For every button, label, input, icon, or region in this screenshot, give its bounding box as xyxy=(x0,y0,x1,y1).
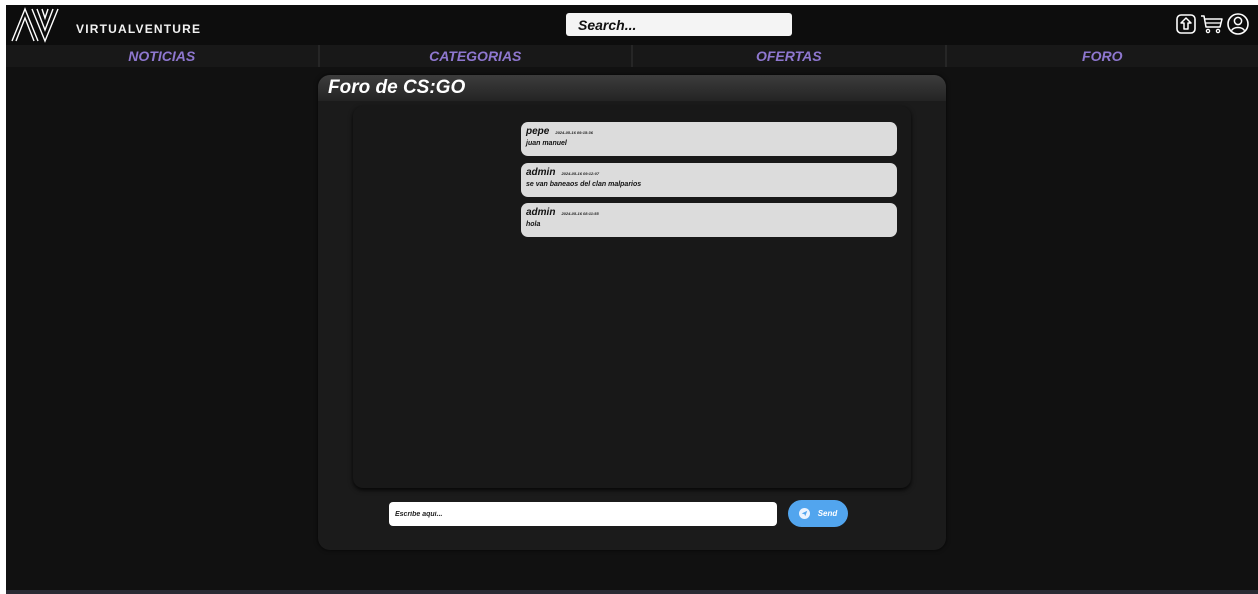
top-bar: VIRTUALVENTURE xyxy=(6,5,1258,45)
upload-icon[interactable] xyxy=(1174,12,1198,36)
chat-area[interactable]: pepe 2024-05-16 09:15:36 juan manuel adm… xyxy=(353,106,911,488)
message-user: pepe xyxy=(526,126,550,137)
send-label: Send xyxy=(817,509,838,518)
header-icons xyxy=(1174,12,1250,36)
forum-panel: Foro de CS:GO pepe 2024-05-16 09:15:36 j… xyxy=(318,75,946,550)
chat-message: pepe 2024-05-16 09:15:36 juan manuel xyxy=(521,122,897,156)
message-user: admin xyxy=(526,167,556,178)
nav-item-foro[interactable]: FORO xyxy=(947,45,1258,67)
app-window: VIRTUALVENTURE NOTICIAS CATEGORIAS OFERT… xyxy=(6,5,1258,590)
av-logo-icon[interactable] xyxy=(10,7,72,43)
chat-message: admin 2024-05-16 08:11:55 hola xyxy=(521,203,897,237)
user-icon[interactable] xyxy=(1226,12,1250,36)
main-nav: NOTICIAS CATEGORIAS OFERTAS FORO xyxy=(6,45,1258,67)
page-title: Foro de CS:GO xyxy=(328,77,466,98)
nav-item-ofertas[interactable]: OFERTAS xyxy=(633,45,947,67)
message-text: se van baneaos del clan malparios xyxy=(526,181,642,188)
chat-message: admin 2024-05-16 09:12:07 se van baneaos… xyxy=(521,163,897,197)
cart-icon[interactable] xyxy=(1200,12,1224,36)
send-button[interactable]: Send xyxy=(788,500,848,527)
message-time: 2024-05-16 08:11:55 xyxy=(561,211,599,216)
message-input[interactable] xyxy=(389,502,777,526)
forum-panel-header: Foro de CS:GO xyxy=(318,75,946,101)
message-time: 2024-05-16 09:12:07 xyxy=(561,171,600,176)
nav-item-categorias[interactable]: CATEGORIAS xyxy=(320,45,633,67)
bottom-strip xyxy=(6,590,1258,594)
send-icon xyxy=(798,508,810,519)
nav-item-noticias[interactable]: NOTICIAS xyxy=(6,45,320,67)
search-input[interactable] xyxy=(566,13,792,36)
message-time: 2024-05-16 09:15:36 xyxy=(555,130,593,135)
brand-name: VIRTUALVENTURE xyxy=(76,22,202,36)
message-text: hola xyxy=(526,221,541,228)
message-user: admin xyxy=(526,207,556,218)
message-text: juan manuel xyxy=(526,140,567,147)
